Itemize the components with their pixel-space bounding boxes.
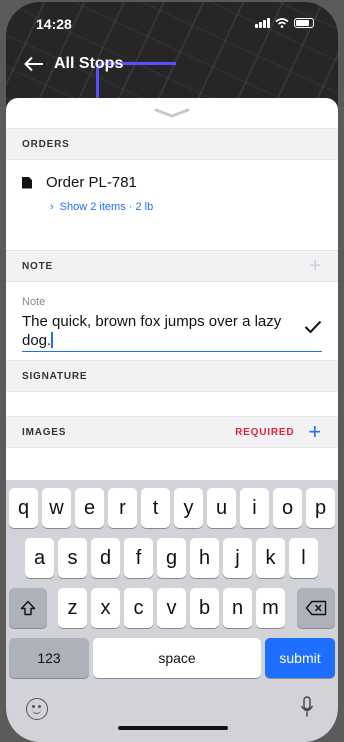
order-row[interactable]: Order PL-781	[22, 174, 322, 191]
key-g[interactable]: g	[157, 538, 186, 578]
top-header: All Stops	[6, 46, 338, 82]
add-image-plus-icon[interactable]: +	[308, 419, 322, 445]
note-field[interactable]: Note The quick, brown fox jumps over a l…	[6, 282, 338, 360]
stop-detail-sheet: ORDERS Order PL-781 › Show 2 items · 2 l…	[6, 98, 338, 488]
numbers-key[interactable]: 123	[9, 638, 89, 678]
note-section-label: NOTE	[22, 260, 53, 272]
status-icons	[255, 18, 314, 28]
note-section-header: NOTE +	[6, 250, 338, 282]
key-o[interactable]: o	[273, 488, 302, 528]
key-e[interactable]: e	[75, 488, 104, 528]
microphone-icon[interactable]	[300, 696, 314, 718]
key-q[interactable]: q	[9, 488, 38, 528]
chevron-right-icon: ›	[50, 201, 54, 213]
sheet-handle[interactable]	[6, 98, 338, 128]
keyboard-row-3: z x c v b n m	[6, 588, 338, 628]
phone-screen: 14:28 All Stops ORDERS Order PL-781 › Sh…	[6, 2, 338, 742]
wifi-icon	[275, 18, 289, 28]
key-l[interactable]: l	[289, 538, 318, 578]
backspace-key[interactable]	[297, 588, 335, 628]
images-section-label: IMAGES	[22, 426, 67, 438]
key-m[interactable]: m	[256, 588, 285, 628]
orders-section: Order PL-781 › Show 2 items · 2 lb	[6, 160, 338, 250]
signature-section[interactable]	[6, 392, 338, 416]
key-k[interactable]: k	[256, 538, 285, 578]
note-input-underline	[22, 350, 322, 352]
keyboard-row-4: 123 space submit	[6, 638, 338, 678]
signature-section-label: SIGNATURE	[22, 370, 88, 382]
key-i[interactable]: i	[240, 488, 269, 528]
show-items-label: Show 2 items · 2 lb	[59, 201, 154, 213]
on-screen-keyboard: q w e r t y u i o p a s d f g h j k l z …	[6, 480, 338, 742]
key-z[interactable]: z	[58, 588, 87, 628]
add-note-plus-icon[interactable]: +	[310, 255, 322, 278]
backspace-icon	[305, 600, 327, 616]
check-icon[interactable]	[304, 320, 322, 334]
key-w[interactable]: w	[42, 488, 71, 528]
key-r[interactable]: r	[108, 488, 137, 528]
note-input-value: The quick, brown fox jumps over a lazy d…	[22, 313, 282, 349]
orders-section-label: ORDERS	[22, 138, 70, 150]
status-time: 14:28	[36, 16, 72, 32]
signal-icon	[255, 18, 270, 28]
keyboard-row-1: q w e r t y u i o p	[6, 488, 338, 528]
text-caret	[51, 332, 53, 348]
images-actions: REQUIRED +	[235, 419, 322, 445]
key-j[interactable]: j	[223, 538, 252, 578]
required-badge: REQUIRED	[235, 426, 295, 438]
home-indicator	[118, 726, 228, 730]
emoji-icon[interactable]	[26, 698, 48, 720]
key-h[interactable]: h	[190, 538, 219, 578]
status-bar: 14:28	[6, 2, 338, 46]
key-x[interactable]: x	[91, 588, 120, 628]
document-icon	[22, 176, 32, 189]
show-items-link[interactable]: › Show 2 items · 2 lb	[50, 201, 322, 213]
key-y[interactable]: y	[174, 488, 203, 528]
key-n[interactable]: n	[223, 588, 252, 628]
note-field-label: Note	[22, 296, 46, 308]
key-t[interactable]: t	[141, 488, 170, 528]
key-f[interactable]: f	[124, 538, 153, 578]
key-v[interactable]: v	[157, 588, 186, 628]
images-section-header: IMAGES REQUIRED +	[6, 416, 338, 448]
submit-key[interactable]: submit	[265, 638, 335, 678]
key-a[interactable]: a	[25, 538, 54, 578]
key-b[interactable]: b	[190, 588, 219, 628]
key-d[interactable]: d	[91, 538, 120, 578]
chevron-down-icon[interactable]	[154, 108, 190, 118]
keyboard-bottom-bar	[6, 690, 338, 742]
note-input[interactable]: The quick, brown fox jumps over a lazy d…	[22, 312, 292, 350]
keyboard-row-2: a s d f g h j k l	[6, 538, 338, 578]
shift-icon	[20, 600, 36, 616]
page-title[interactable]: All Stops	[54, 55, 123, 73]
key-s[interactable]: s	[58, 538, 87, 578]
battery-icon	[294, 18, 314, 28]
space-key[interactable]: space	[93, 638, 261, 678]
signature-section-header: SIGNATURE	[6, 360, 338, 392]
key-p[interactable]: p	[306, 488, 335, 528]
order-title: Order PL-781	[46, 174, 137, 191]
key-c[interactable]: c	[124, 588, 153, 628]
shift-key[interactable]	[9, 588, 47, 628]
back-arrow-icon[interactable]	[24, 56, 44, 72]
key-u[interactable]: u	[207, 488, 236, 528]
orders-section-header: ORDERS	[6, 128, 338, 160]
